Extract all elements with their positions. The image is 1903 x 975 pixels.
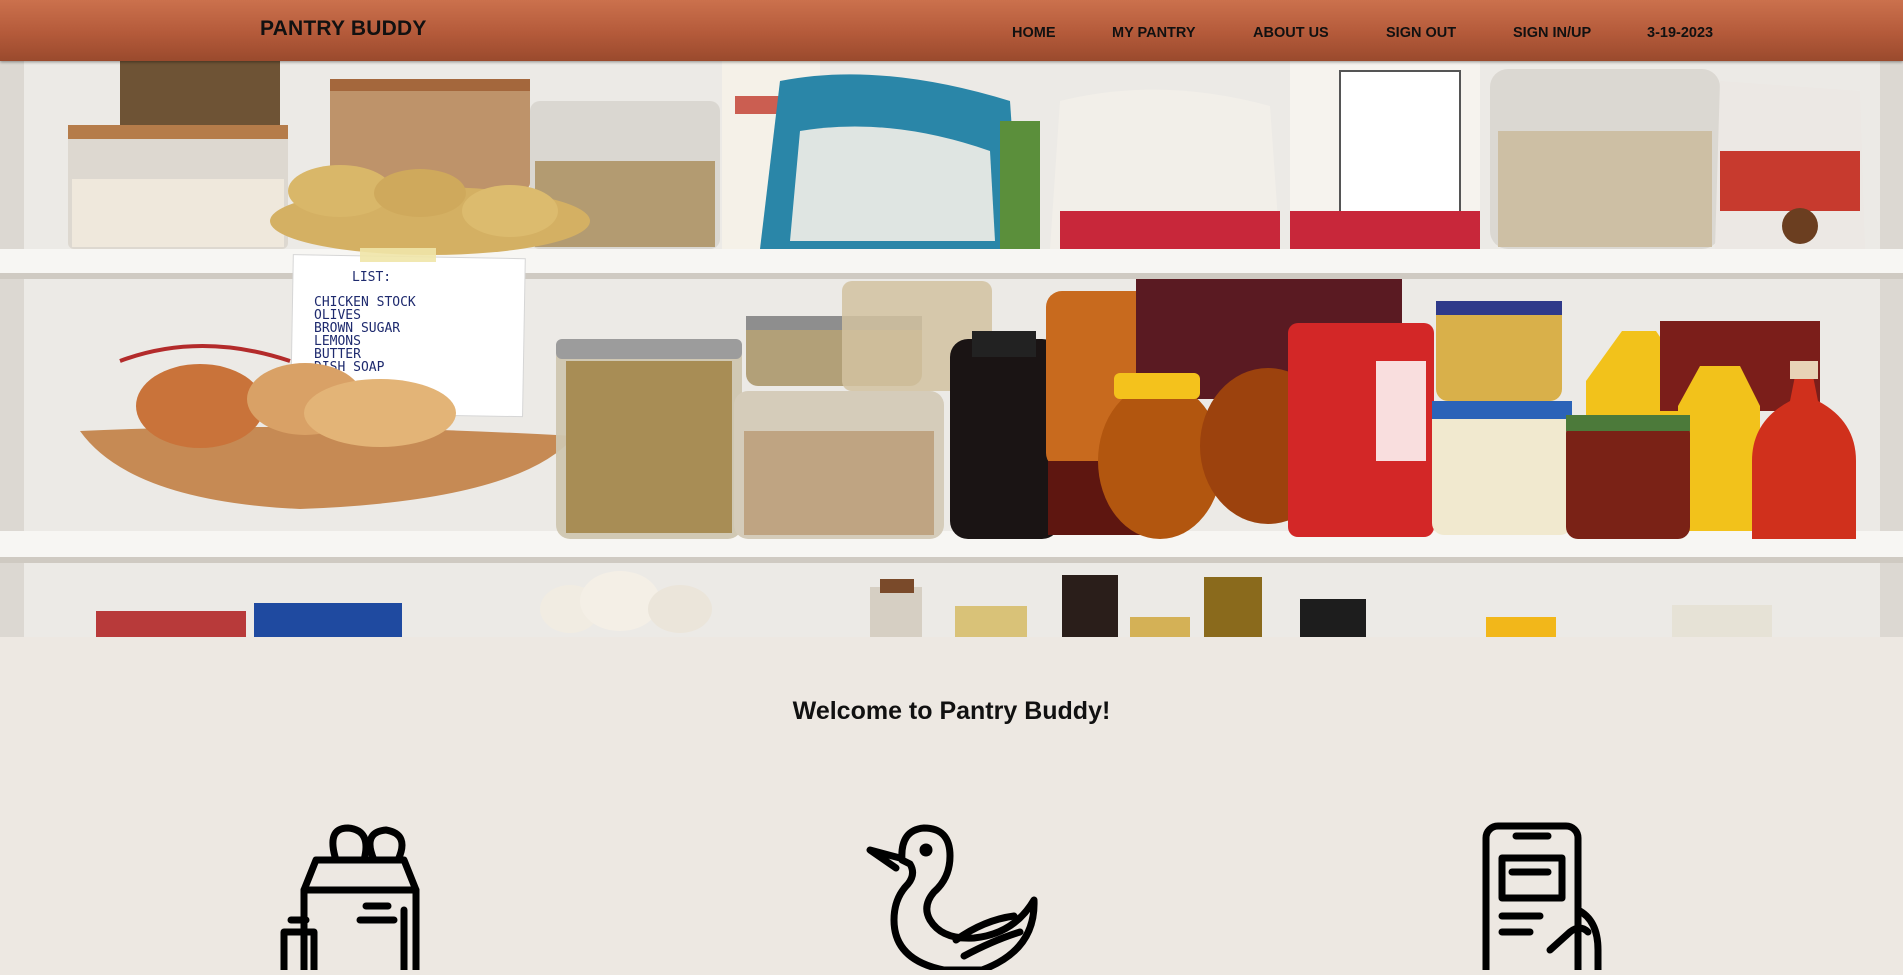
nav-sign-in-up[interactable]: SIGN IN/UP xyxy=(1513,25,1591,41)
top-navbar: PANTRY BUDDY HOME MY PANTRY ABOUT US SIG… xyxy=(0,0,1903,61)
grocery-bag-icon xyxy=(276,820,446,975)
nav-sign-out[interactable]: SIGN OUT xyxy=(1386,25,1456,41)
nav-my-pantry[interactable]: MY PANTRY xyxy=(1112,25,1196,41)
nav-date: 3-19-2023 xyxy=(1647,25,1714,41)
note-title: LIST: xyxy=(352,270,391,285)
hero-pantry-image: LIST: CHICKEN STOCK OLIVES BROWN SUGAR L… xyxy=(0,61,1903,637)
nav-about-us[interactable]: ABOUT US xyxy=(1253,25,1329,41)
mobile-list-icon xyxy=(1480,820,1610,975)
welcome-heading: Welcome to Pantry Buddy! xyxy=(792,697,1111,725)
brand-logo[interactable]: PANTRY BUDDY xyxy=(260,17,427,41)
nav-home[interactable]: HOME xyxy=(1012,25,1056,41)
duck-icon xyxy=(864,820,1044,975)
